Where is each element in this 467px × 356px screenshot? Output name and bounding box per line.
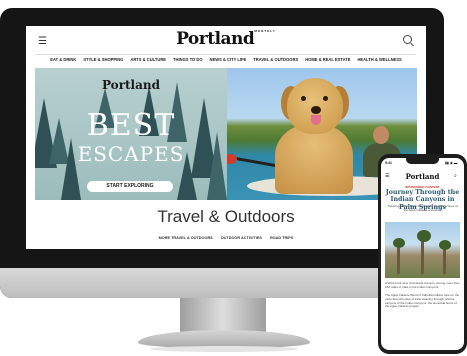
logo-text: Portland bbox=[176, 29, 255, 49]
paddle-blade bbox=[227, 154, 237, 164]
nav-eat-drink[interactable]: EAT & DRINK bbox=[50, 57, 76, 62]
stand-shadow bbox=[150, 346, 298, 352]
nav-news-city-life[interactable]: NEWS & CITY LIFE bbox=[210, 57, 247, 62]
hero-brand-logo: Portland bbox=[101, 78, 161, 92]
search-icon[interactable] bbox=[403, 35, 412, 44]
dog-body bbox=[275, 124, 353, 194]
subnav-more-travel[interactable]: MORE TRAVEL & OUTDOORS bbox=[159, 236, 213, 240]
article-description: Towering palms, flowering yuccas, and th… bbox=[387, 204, 458, 212]
canyon-palms-photo bbox=[385, 222, 460, 278]
nav-home-real-estate[interactable]: HOME & REAL ESTATE bbox=[305, 57, 350, 62]
monitor-screen: ☰ PortlandMONTHLY EAT & DRINK STYLE & SH… bbox=[26, 26, 426, 249]
palm-trunk bbox=[443, 246, 446, 274]
phone-notch bbox=[406, 158, 439, 164]
hero-headline-best: BEST bbox=[86, 108, 176, 143]
article-body: The Agua Caliente Band of Cahuilla India… bbox=[385, 293, 460, 309]
subnav-outdoor-activities[interactable]: OUTDOOR ACTIVITIES bbox=[221, 236, 262, 240]
phone-signal-icons: ▮▮ ◉ ▬ bbox=[445, 161, 458, 165]
nav-style-shopping[interactable]: STYLE & SHOPPING bbox=[83, 57, 123, 62]
logo-monthly: MONTHLY bbox=[254, 29, 276, 33]
photo-caption: A West Fork view of Andreas Canyon, amon… bbox=[385, 281, 460, 289]
section-title: Travel & Outdoors bbox=[157, 207, 295, 226]
header-divider bbox=[36, 54, 416, 55]
best-escapes-banner[interactable]: Portland BEST ESCAPES START EXPLORING bbox=[35, 68, 227, 200]
man-head bbox=[373, 126, 389, 144]
site-logo[interactable]: PortlandMONTHLY bbox=[26, 29, 426, 49]
hero-headline-escapes: ESCAPES bbox=[77, 142, 185, 166]
dog-eye bbox=[301, 96, 306, 101]
main-nav: EAT & DRINK STYLE & SHOPPING ARTS & CULT… bbox=[26, 57, 426, 62]
phone-screen: 9:41 ▮▮ ◉ ▬ ☰ Portland ⌕ SPONSORED CONTE… bbox=[381, 158, 464, 350]
nav-things-to-do[interactable]: THINGS TO DO bbox=[173, 57, 203, 62]
palm-crown bbox=[439, 240, 451, 250]
section-subnav: MORE TRAVEL & OUTDOORS OUTDOOR ACTIVITIE… bbox=[26, 236, 426, 240]
nav-travel-outdoors[interactable]: TRAVEL & OUTDOORS bbox=[253, 57, 298, 62]
palm-crown bbox=[417, 230, 431, 242]
palm-crown bbox=[393, 238, 405, 248]
dog-tongue bbox=[311, 115, 321, 125]
phone-search-icon[interactable]: ⌕ bbox=[454, 173, 457, 179]
nav-arts-culture[interactable]: ARTS & CULTURE bbox=[130, 57, 166, 62]
phone-site-logo[interactable]: Portland bbox=[381, 172, 464, 181]
start-exploring-button[interactable]: START EXPLORING bbox=[87, 181, 173, 192]
monitor-stand-neck bbox=[180, 298, 266, 332]
nav-health-wellness[interactable]: HEALTH & WELLNESS bbox=[357, 57, 401, 62]
dog-eye bbox=[323, 96, 328, 101]
palm-trunk bbox=[397, 244, 400, 274]
phone-status-time: 9:41 bbox=[385, 161, 393, 165]
subnav-road-trips[interactable]: ROAD TRIPS bbox=[270, 236, 293, 240]
dog-nose bbox=[311, 106, 321, 114]
